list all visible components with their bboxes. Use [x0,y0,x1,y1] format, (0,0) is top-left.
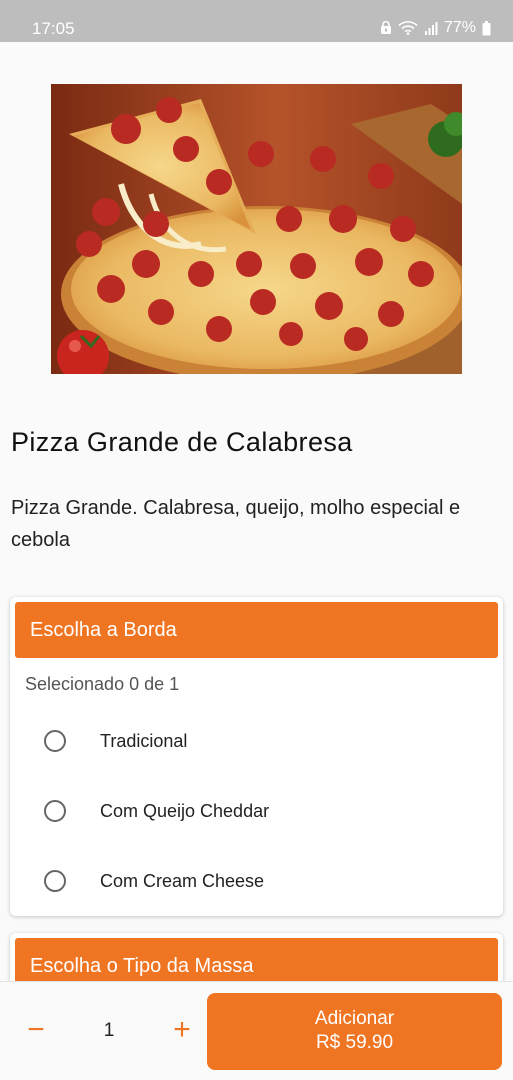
add-to-cart-bar: − 1 + Adicionar R$ 59.90 [0,981,513,1080]
pizza-photo [51,84,462,374]
status-icons: 77% [380,19,491,37]
product-image [51,84,462,374]
option-label: Tradicional [100,731,188,751]
decrease-quantity-button[interactable]: − [22,1015,50,1045]
group-title: Escolha o Tipo da Massa [30,955,254,977]
increase-quantity-button[interactable]: + [168,1015,196,1045]
add-button-label: Adicionar [314,1008,395,1029]
product-title: Pizza Grande de Calabresa [11,427,353,457]
status-time: 17:05 [32,19,75,38]
option-label: Com Queijo Cheddar [100,801,270,821]
selection-count: Selecionado 0 de 1 [25,674,180,694]
option-com-cream-cheese[interactable]: Com Cream Cheese [10,853,503,909]
battery-icon [482,20,491,35]
group-title: Escolha a Borda [30,619,177,641]
wifi-icon [398,21,418,35]
option-label: Com Cream Cheese [100,871,265,891]
lock-icon [380,21,391,34]
quantity-value: 1 [103,1020,115,1041]
radio-button-icon[interactable] [44,730,66,752]
status-bar: 17:05 77% [0,0,513,42]
radio-button-icon[interactable] [44,870,66,892]
add-to-cart-button[interactable]: Adicionar R$ 59.90 [207,993,502,1070]
option-com-queijo-cheddar[interactable]: Com Queijo Cheddar [10,783,503,839]
group-header: Escolha a Borda [15,602,498,658]
signal-icon [424,22,438,35]
radio-button-icon[interactable] [44,800,66,822]
battery-percent: 77% [443,19,476,36]
product-description: Pizza Grande. Calabresa, queijo, molho e… [11,497,461,551]
option-tradicional[interactable]: Tradicional [10,713,503,769]
borda-option-group: Escolha a Borda Selecionado 0 de 1 Tradi… [10,597,503,916]
add-button-price: R$ 59.90 [315,1032,394,1053]
